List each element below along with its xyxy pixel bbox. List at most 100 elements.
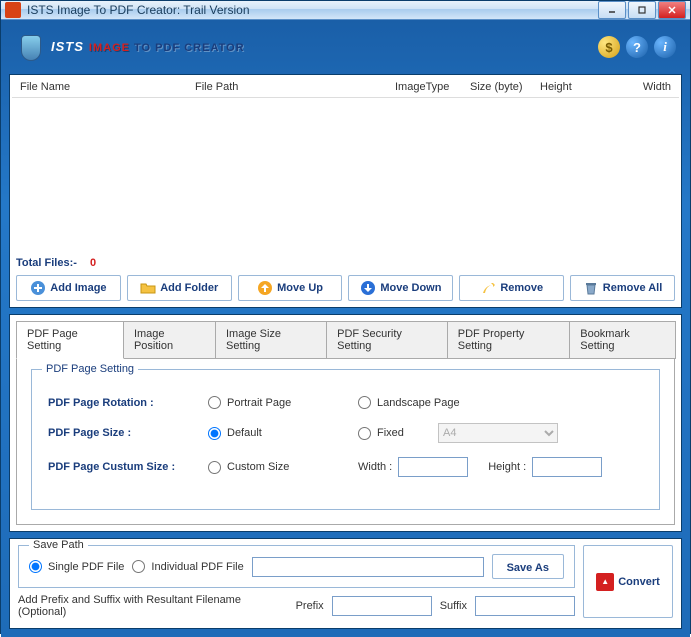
- move-down-label: Move Down: [380, 282, 441, 294]
- single-pdf-label: Single PDF File: [48, 561, 124, 573]
- help-icon[interactable]: ?: [626, 36, 648, 58]
- col-file-path[interactable]: File Path: [195, 81, 395, 93]
- rotation-row: PDF Page Rotation : Portrait Page Landsc…: [48, 396, 643, 409]
- prefix-input[interactable]: [332, 596, 432, 616]
- suffix-input[interactable]: [475, 596, 575, 616]
- app-icon: [5, 2, 21, 18]
- tab-image-position[interactable]: Image Position: [123, 321, 216, 359]
- remove-icon: [480, 280, 496, 296]
- prefix-label: Prefix: [296, 600, 324, 612]
- arrow-up-icon: [257, 280, 273, 296]
- save-path-fieldset: Save Path Single PDF File Individual PDF…: [18, 545, 575, 588]
- pdf-icon: ▲: [596, 573, 614, 591]
- size-row: PDF Page Size : Default Fixed A4: [48, 423, 643, 443]
- individual-pdf-label: Individual PDF File: [151, 561, 243, 573]
- add-image-button[interactable]: Add Image: [16, 275, 121, 301]
- remove-button[interactable]: Remove: [459, 275, 564, 301]
- single-pdf-radio[interactable]: [29, 560, 42, 573]
- add-folder-button[interactable]: Add Folder: [127, 275, 232, 301]
- tab-bookmark[interactable]: Bookmark Setting: [569, 321, 676, 359]
- rotation-label: PDF Page Rotation :: [48, 397, 208, 409]
- width-label: Width :: [358, 461, 392, 473]
- portrait-radio[interactable]: [208, 396, 221, 409]
- logo-ists: ISTS: [51, 39, 84, 54]
- header-row: ISTS IMAGE TO PDF CREATOR $ ? i: [9, 26, 682, 68]
- page-setting-legend: PDF Page Setting: [42, 363, 138, 375]
- col-height[interactable]: Height: [540, 81, 620, 93]
- add-image-label: Add Image: [50, 282, 106, 294]
- individual-pdf-radio[interactable]: [132, 560, 145, 573]
- save-panel: Save Path Single PDF File Individual PDF…: [9, 538, 682, 629]
- default-radio-wrap[interactable]: Default: [208, 427, 358, 440]
- save-as-button[interactable]: Save As: [492, 554, 564, 579]
- logo-rest: TO PDF CREATOR: [130, 42, 245, 54]
- file-panel: File Name File Path ImageType Size (byte…: [9, 74, 682, 308]
- prefix-suffix-text: Add Prefix and Suffix with Resultant Fil…: [18, 594, 288, 618]
- convert-button[interactable]: ▲ Convert: [583, 545, 673, 618]
- col-size[interactable]: Size (byte): [470, 81, 540, 93]
- individual-pdf-wrap[interactable]: Individual PDF File: [132, 560, 243, 573]
- landscape-label: Landscape Page: [377, 397, 460, 409]
- convert-label: Convert: [618, 576, 660, 588]
- col-file-name[interactable]: File Name: [20, 81, 195, 93]
- total-files-row: Total Files:- 0: [12, 253, 679, 271]
- save-path-input[interactable]: [252, 557, 484, 577]
- custom-row: PDF Page Custum Size : Custom Size Width…: [48, 457, 643, 477]
- save-path-row: Single PDF File Individual PDF File Save…: [29, 554, 564, 579]
- size-label: PDF Page Size :: [48, 427, 208, 439]
- move-down-button[interactable]: Move Down: [348, 275, 453, 301]
- fixed-radio-wrap[interactable]: Fixed: [358, 427, 438, 440]
- tab-security[interactable]: PDF Security Setting: [326, 321, 448, 359]
- logo-image: IMAGE: [89, 42, 130, 54]
- fixed-radio[interactable]: [358, 427, 371, 440]
- remove-all-label: Remove All: [603, 282, 663, 294]
- height-label: Height :: [488, 461, 526, 473]
- add-image-icon: [30, 280, 46, 296]
- arrow-down-icon: [360, 280, 376, 296]
- move-up-label: Move Up: [277, 282, 323, 294]
- prefix-suffix-row: Add Prefix and Suffix with Resultant Fil…: [18, 594, 575, 618]
- tab-page-setting[interactable]: PDF Page Setting: [16, 321, 124, 359]
- file-list-header: File Name File Path ImageType Size (byte…: [12, 77, 679, 98]
- custom-label: PDF Page Custum Size :: [48, 461, 208, 473]
- height-input[interactable]: [532, 457, 602, 477]
- save-left: Save Path Single PDF File Individual PDF…: [18, 545, 575, 618]
- portrait-label: Portrait Page: [227, 397, 291, 409]
- default-radio[interactable]: [208, 427, 221, 440]
- single-pdf-wrap[interactable]: Single PDF File: [29, 560, 124, 573]
- custom-radio-wrap[interactable]: Custom Size: [208, 461, 358, 474]
- suffix-label: Suffix: [440, 600, 467, 612]
- landscape-radio-wrap[interactable]: Landscape Page: [358, 396, 508, 409]
- maximize-button[interactable]: [628, 1, 656, 19]
- fixed-size-select[interactable]: A4: [438, 423, 558, 443]
- default-label: Default: [227, 427, 262, 439]
- buy-icon[interactable]: $: [598, 36, 620, 58]
- move-up-button[interactable]: Move Up: [238, 275, 343, 301]
- col-image-type[interactable]: ImageType: [395, 81, 470, 93]
- window-title: ISTS Image To PDF Creator: Trail Version: [27, 3, 598, 17]
- total-files-count: 0: [90, 257, 96, 269]
- app-window: ISTS Image To PDF Creator: Trail Version…: [0, 0, 691, 634]
- tab-property[interactable]: PDF Property Setting: [447, 321, 570, 359]
- close-button[interactable]: [658, 1, 686, 19]
- custom-radio[interactable]: [208, 461, 221, 474]
- tab-headers: PDF Page Setting Image Position Image Si…: [16, 321, 675, 359]
- trash-icon: [583, 280, 599, 296]
- file-list-body[interactable]: [12, 98, 679, 253]
- remove-all-button[interactable]: Remove All: [570, 275, 675, 301]
- tab-image-size[interactable]: Image Size Setting: [215, 321, 327, 359]
- window-controls: [598, 1, 686, 19]
- col-width[interactable]: Width: [620, 81, 671, 93]
- add-folder-label: Add Folder: [160, 282, 218, 294]
- landscape-radio[interactable]: [358, 396, 371, 409]
- app-body: ISTS IMAGE TO PDF CREATOR $ ? i File Nam…: [1, 20, 690, 637]
- save-path-legend: Save Path: [29, 539, 88, 551]
- info-icon[interactable]: i: [654, 36, 676, 58]
- tab-content: PDF Page Setting PDF Page Rotation : Por…: [16, 358, 675, 525]
- total-files-label: Total Files:-: [16, 257, 77, 269]
- minimize-button[interactable]: [598, 1, 626, 19]
- portrait-radio-wrap[interactable]: Portrait Page: [208, 396, 358, 409]
- width-input[interactable]: [398, 457, 468, 477]
- page-setting-fieldset: PDF Page Setting PDF Page Rotation : Por…: [31, 369, 660, 510]
- logo: ISTS IMAGE TO PDF CREATOR: [15, 31, 245, 63]
